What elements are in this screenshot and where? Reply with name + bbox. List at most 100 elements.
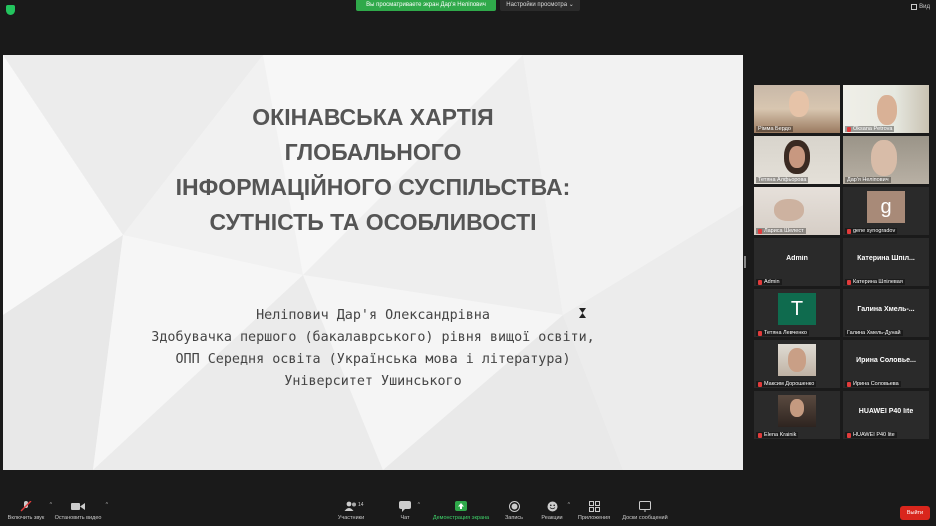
participant-name-tag: Тетяна Левченко xyxy=(756,330,809,336)
whiteboards-button[interactable]: Доски сообщений xyxy=(620,501,670,521)
slide-title-line: ГЛОБАЛЬНОГО xyxy=(284,139,462,165)
participant-name-tag: Галина Хмель-Дунай xyxy=(845,330,903,336)
share-screen-label: Демонстрация экрана xyxy=(432,515,490,521)
participant-name: Admin xyxy=(764,279,780,285)
participant-name-tag: Рімма Бердо xyxy=(756,126,793,132)
slide-title-line: ОКІНАВСЬКА ХАРТІЯ xyxy=(252,104,494,130)
participant-name: Лариса Шелест xyxy=(764,228,804,234)
whiteboards-label: Доски сообщений xyxy=(622,515,668,521)
reactions-label: Реакции xyxy=(541,515,563,521)
author-line: Університет Ушинського xyxy=(284,374,462,389)
participants-label: Участники xyxy=(337,515,365,521)
hourglass-cursor-icon xyxy=(579,308,586,318)
author-line: Здобувачка першого (бакалаврського) рівн… xyxy=(151,330,595,345)
participant-name: Oksana Petrova xyxy=(853,126,893,132)
video-camera-icon xyxy=(71,503,85,510)
participant-name-tag: Oksana Petrova xyxy=(845,126,895,132)
participants-count: 14 xyxy=(358,502,364,508)
participant-name: Тетяна Левченко xyxy=(764,330,807,336)
chevron-up-icon[interactable]: ^ xyxy=(568,502,570,508)
security-shield-icon[interactable] xyxy=(6,5,15,15)
participant-name-tag: Ирина Соловьева xyxy=(845,381,901,387)
video-tile[interactable]: Максим Дорошенко xyxy=(754,340,840,388)
shared-screen-slide: ОКІНАВСЬКА ХАРТІЯ ГЛОБАЛЬНОГО ІНФОРМАЦІЙ… xyxy=(3,55,743,470)
avatar: g xyxy=(867,191,905,223)
participant-name-tag: Дар'я Неліпович xyxy=(845,177,891,183)
participant-display-name: HUAWEI P40 lite xyxy=(858,408,914,415)
chevron-up-icon[interactable]: ^ xyxy=(50,502,52,508)
view-options-button[interactable]: Настройки просмотра ⌄ xyxy=(500,0,580,11)
participants-icon xyxy=(344,501,356,511)
view-button-label: Вид xyxy=(919,4,930,10)
chat-label: Чат xyxy=(400,515,410,521)
participant-name: Галина Хмель-Дунай xyxy=(847,330,901,336)
participant-name: Катерина Шпілевая xyxy=(853,279,903,285)
participant-display-name: Admin xyxy=(786,255,808,262)
participant-name-tag: Катерина Шпілевая xyxy=(845,279,905,285)
participant-name: Дар'я Неліпович xyxy=(847,177,889,183)
participant-display-name: Галина Хмель-... xyxy=(857,306,915,313)
stop-video-label: Остановить видео xyxy=(54,515,102,521)
record-button[interactable]: Запись xyxy=(502,501,526,521)
muted-microphone-icon xyxy=(20,501,32,512)
participant-name: Ирина Соловьева xyxy=(853,381,899,387)
leave-button[interactable]: Выйти xyxy=(900,506,930,520)
participant-name: Рімма Бердо xyxy=(758,126,791,132)
meeting-toolbar: Включить звук ^ Остановить видео ^ Участ… xyxy=(0,498,936,526)
slide-author-block: Неліпович Дар'я Олександрівна Здобувачка… xyxy=(43,305,703,393)
muted-mic-icon xyxy=(758,381,762,387)
participant-name: HUAWEI P40 lite xyxy=(853,432,895,438)
muted-mic-icon xyxy=(847,279,851,285)
muted-mic-icon xyxy=(847,381,851,387)
share-screen-icon xyxy=(455,501,467,511)
record-label: Запись xyxy=(504,515,524,521)
muted-mic-icon xyxy=(758,279,762,285)
chat-bubble-icon xyxy=(399,501,411,512)
unmute-button[interactable]: Включить звук ^ xyxy=(6,501,52,521)
video-tile-active-speaker[interactable]: Дар'я Неліпович xyxy=(843,136,929,184)
participant-name-tag: Elena Krainik xyxy=(756,432,799,438)
chat-button[interactable]: Чат ^ xyxy=(396,501,420,521)
unmute-label: Включить звук xyxy=(7,515,45,521)
grid-icon xyxy=(911,4,918,10)
participant-name: Максим Дорошенко xyxy=(764,381,815,387)
video-tile[interactable]: Катерина Шпіл... Катерина Шпілевая xyxy=(843,238,929,286)
author-line: ОПП Середня освіта (Українська мова і лі… xyxy=(175,352,571,367)
stop-video-button[interactable]: Остановить видео ^ xyxy=(54,501,108,521)
video-tile[interactable]: Oksana Petrova xyxy=(843,85,929,133)
view-button[interactable]: Вид xyxy=(911,4,930,10)
muted-mic-icon xyxy=(847,126,851,132)
chevron-up-icon[interactable]: ^ xyxy=(418,502,420,508)
video-tile[interactable]: Лариса Шелест xyxy=(754,187,840,235)
reactions-button[interactable]: Реакции ^ xyxy=(540,501,570,521)
participant-display-name: Катерина Шпіл... xyxy=(857,255,915,262)
video-tile[interactable]: Ирина Соловье... Ирина Соловьева xyxy=(843,340,929,388)
share-screen-button[interactable]: Демонстрация экрана xyxy=(430,501,492,521)
apps-icon xyxy=(588,501,600,512)
video-tile[interactable]: Admin Admin xyxy=(754,238,840,286)
emoji-smile-icon xyxy=(547,501,557,512)
participant-face xyxy=(877,95,897,125)
participant-name-tag: Максим Дорошенко xyxy=(756,381,817,387)
participant-face xyxy=(789,91,809,117)
video-tile[interactable]: Галина Хмель-... Галина Хмель-Дунай xyxy=(843,289,929,337)
video-tile[interactable]: T Тетяна Левченко xyxy=(754,289,840,337)
apps-button[interactable]: Приложения xyxy=(576,501,612,521)
top-bar: Вы просматриваете экран Дар'я Неліпович … xyxy=(0,0,936,20)
muted-mic-icon xyxy=(758,432,762,438)
video-tile[interactable]: Тетяна Алфьорова xyxy=(754,136,840,184)
participant-name-tag: gene synogradov xyxy=(845,228,898,234)
panel-resize-handle[interactable] xyxy=(744,256,746,268)
video-tile[interactable]: Рімма Бердо xyxy=(754,85,840,133)
slide-title-line: ІНФОРМАЦІЙНОГО СУСПІЛЬСТВА: xyxy=(175,174,571,200)
author-line: Неліпович Дар'я Олександрівна xyxy=(256,308,490,323)
participants-button[interactable]: Участники 14 xyxy=(336,501,366,521)
video-tile[interactable]: HUAWEI P40 lite HUAWEI P40 lite xyxy=(843,391,929,439)
muted-mic-icon xyxy=(758,330,762,336)
view-options-label: Настройки просмотра xyxy=(506,2,568,8)
chevron-up-icon[interactable]: ^ xyxy=(106,502,108,508)
screen-share-banner: Вы просматриваете экран Дар'я Неліпович xyxy=(356,0,496,11)
video-tile[interactable]: g gene synogradov xyxy=(843,187,929,235)
slide-title-line: СУТНІСТЬ ТА ОСОБЛИВОСТІ xyxy=(209,209,537,235)
video-tile[interactable]: Elena Krainik xyxy=(754,391,840,439)
